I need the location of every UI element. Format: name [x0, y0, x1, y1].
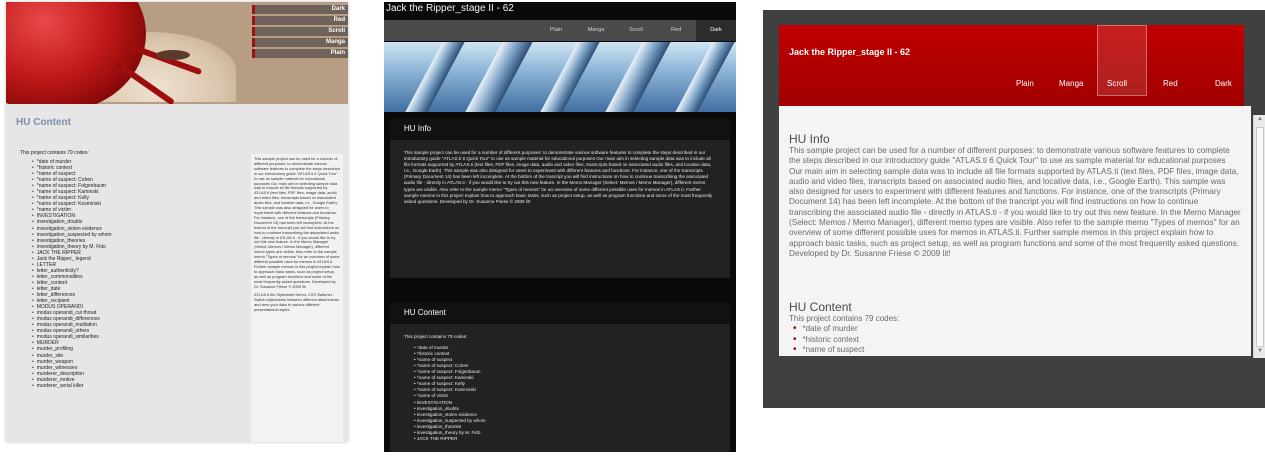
building-beam: [394, 42, 476, 112]
codes-intro: This project contains 79 codes:: [789, 314, 900, 323]
scrollbar-thumb[interactable]: [1256, 127, 1264, 347]
tab-red[interactable]: Red: [658, 20, 694, 41]
hu-info-box: HU Info This sample project can be used …: [390, 118, 730, 278]
hu-info-heading: HU Info: [789, 132, 830, 146]
hu-content-heading: HU Content: [789, 300, 852, 314]
style-link-dark[interactable]: Dark: [252, 5, 348, 14]
scroll-down-icon[interactable]: ▼: [1257, 348, 1263, 354]
tab-red[interactable]: Red: [1163, 79, 1178, 88]
code-list: *date of murder*historic context*name of…: [414, 345, 716, 442]
manga-eye-shape: [156, 50, 190, 60]
tab-dark[interactable]: Dark: [696, 20, 736, 41]
code-item: investigation_suspected by whom: [32, 232, 112, 238]
hu-info-text: This sample project can be used for a nu…: [254, 156, 340, 289]
building-beam: [664, 42, 736, 112]
style-tabs: Plain Manga Scroll Red Dark: [384, 20, 736, 41]
building-beam: [594, 42, 682, 112]
project-title: Jack the Ripper_stage II - 62: [789, 47, 911, 57]
dark-style-page: Jack the Ripper_stage II - 62 Plain Mang…: [384, 2, 736, 452]
hu-info-text: This sample project can be used for a nu…: [789, 146, 1241, 258]
code-item: murderer_serial killer: [32, 383, 112, 389]
code-list: *date of murder*historic context*name of…: [793, 324, 865, 356]
hu-content-heading: HU Content: [390, 302, 730, 324]
hu-info-heading: HU Info: [390, 118, 730, 140]
code-item: *name of suspect: [793, 345, 865, 356]
scroll-content-area: HU Info This sample project can be used …: [779, 106, 1251, 356]
building-banner-image: [384, 42, 736, 112]
hu-content-body: This project contains 79 codes: *date of…: [390, 324, 730, 452]
manga-banner-image: Dark Red Scroll Manga Plain: [6, 2, 348, 104]
code-list: *date of murder*historic context*name of…: [32, 159, 112, 389]
hu-content-heading: HU Content: [16, 117, 71, 128]
screenshot-collage: Dark Red Scroll Manga Plain HU Content T…: [0, 0, 1265, 456]
scroll-up-icon[interactable]: ▲: [1257, 116, 1263, 122]
red-header-bar: Jack the Ripper_stage II - 62 Plain Mang…: [779, 25, 1244, 106]
tab-manga[interactable]: Manga: [578, 20, 614, 41]
stylesheet-demo-note: ATLAS.ti 6is Stylesheet Demo: CSS Switch…: [254, 292, 340, 313]
hu-info-sidebar: This sample project can be used for a nu…: [251, 154, 343, 442]
style-link-manga[interactable]: Manga: [252, 38, 348, 47]
tab-plain[interactable]: Plain: [538, 20, 574, 41]
building-beam: [529, 42, 611, 112]
codes-intro: This project contains 79 codes:: [20, 150, 89, 156]
tab-scroll[interactable]: Scroll: [618, 20, 654, 41]
style-link-plain[interactable]: Plain: [252, 49, 348, 58]
hu-content-box: HU Content This project contains 79 code…: [390, 302, 730, 452]
code-item: *historic context: [793, 335, 864, 346]
building-beam: [454, 42, 544, 112]
code-item: investigation_theory by M. Fido: [32, 244, 112, 250]
codes-intro: This project contains 79 codes:: [404, 334, 468, 339]
scroll-style-page: Jack the Ripper_stage II - 62 Plain Mang…: [763, 10, 1265, 408]
tab-dark[interactable]: Dark: [1215, 79, 1232, 88]
code-item: investigation_stolen evidence: [32, 226, 112, 232]
hu-info-text: This sample project can be used for a nu…: [404, 150, 713, 204]
vertical-scrollbar[interactable]: ▲ ▼: [1253, 115, 1265, 358]
manga-style-page: Dark Red Scroll Manga Plain HU Content T…: [6, 2, 348, 442]
style-link-red[interactable]: Red: [252, 16, 348, 25]
code-item: *date of murder: [793, 324, 864, 335]
tab-manga[interactable]: Manga: [1059, 79, 1083, 88]
style-link-scroll[interactable]: Scroll: [252, 27, 348, 36]
project-title: Jack the Ripper_stage II - 62: [386, 3, 514, 14]
tab-scroll[interactable]: Scroll: [1107, 79, 1127, 88]
code-item: JACK THE RIPPER: [414, 436, 716, 442]
manga-style-menu: Dark Red Scroll Manga Plain: [252, 5, 348, 60]
tab-plain[interactable]: Plain: [1016, 79, 1034, 88]
